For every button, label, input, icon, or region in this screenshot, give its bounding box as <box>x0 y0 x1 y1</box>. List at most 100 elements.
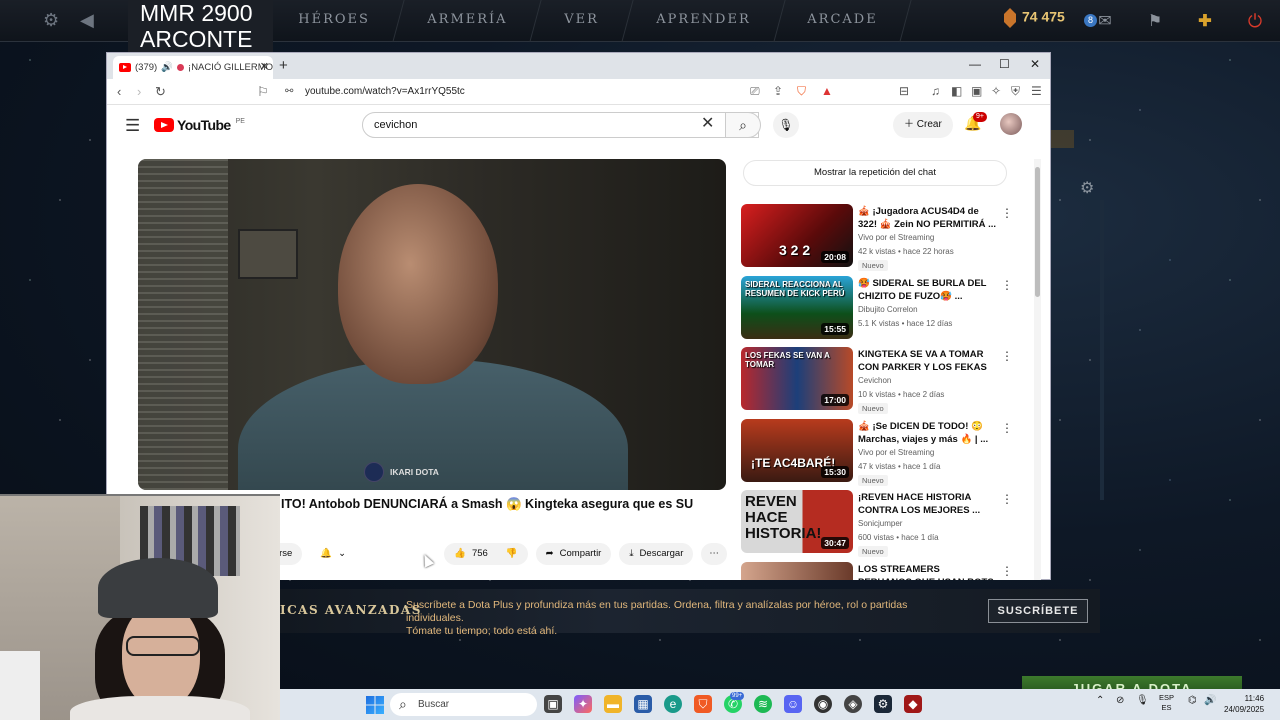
thumbs-down-icon[interactable]: 👎 <box>506 543 518 565</box>
copilot-icon[interactable]: ✦ <box>574 695 592 713</box>
dota-plus-button[interactable]: ✚ <box>1180 0 1230 42</box>
recommendation-title[interactable]: KINGTEKA SE VA A TOMAR CON PARKER Y LOS … <box>858 348 996 374</box>
brave-shield-icon[interactable]: ⛉ <box>797 84 806 99</box>
power-button[interactable]: ⏻ <box>1230 0 1280 42</box>
spotify-icon[interactable]: ≋ <box>754 695 772 713</box>
recommendation-channel[interactable]: Vivo por el Streaming <box>858 233 934 242</box>
scrollbar-thumb[interactable] <box>1035 167 1040 297</box>
ai-icon[interactable]: ✧ <box>991 84 1001 98</box>
recommendation-item[interactable]: LOS FEKAS SE VAN A TOMAR 17:00 KINGTEKA … <box>741 347 1013 419</box>
wallet-icon[interactable]: ▣ <box>971 84 982 98</box>
hamburger-menu-icon[interactable]: ☰ <box>125 116 140 136</box>
task-view-icon[interactable]: ▣ <box>544 695 562 713</box>
discord-icon[interactable]: ☺ <box>784 695 802 713</box>
more-vertical-icon[interactable]: ⋮ <box>1001 564 1013 578</box>
youtube-logo[interactable]: YouTube PE <box>154 117 245 133</box>
show-chat-replay-button[interactable]: Mostrar la repetición del chat <box>743 160 1007 186</box>
voice-search-button[interactable]: 🎙 <box>773 112 799 138</box>
recommendation-channel[interactable]: Cevichon <box>858 376 891 385</box>
back-arrow-icon[interactable]: ◀ <box>80 10 94 31</box>
tab-close-icon[interactable]: ✕ <box>260 60 269 73</box>
recommendation-thumbnail[interactable]: 3 2 2 20:08 <box>741 204 853 267</box>
nav-learn[interactable]: APRENDER <box>622 0 785 42</box>
settings-gear-icon[interactable]: ⚙ <box>43 10 59 31</box>
menu-icon[interactable]: ☰ <box>1031 84 1042 98</box>
dota-client-icon[interactable]: ◈ <box>844 695 862 713</box>
volume-icon[interactable]: 🔊 <box>1204 695 1216 706</box>
share-button[interactable]: ➦ Compartir <box>535 543 612 565</box>
like-button[interactable]: 👍 756 👎 <box>444 543 528 565</box>
recommendation-thumbnail[interactable]: LOS FEKAS SE VAN A TOMAR 17:00 <box>741 347 853 410</box>
more-vertical-icon[interactable]: ⋮ <box>1001 492 1013 506</box>
recommendation-channel[interactable]: Vivo por el Streaming <box>858 448 934 457</box>
bookmark-icon[interactable]: ⚐ <box>257 84 269 100</box>
recommendation-channel[interactable]: Dibujito Correlon <box>858 305 918 314</box>
steam-icon[interactable]: ⚙ <box>874 695 892 713</box>
file-explorer-icon[interactable]: ▬ <box>604 695 622 713</box>
recommendation-item[interactable]: ¡TE AC4BARÉ! 15:30 🎪 ¡Se DICEN DE TODO! … <box>741 418 1013 491</box>
recommendation-item[interactable]: LOS STREAMERS PERUANOS QUE USAN BOTS 🔥 F… <box>741 561 1013 581</box>
avatar[interactable] <box>1000 113 1022 135</box>
recommendation-title[interactable]: ¡REVEN HACE HISTORIA CONTRA LOS MEJORES … <box>858 491 996 517</box>
back-icon[interactable]: ‹ <box>117 84 121 99</box>
tray-app-icon[interactable]: ⊘ <box>1116 695 1124 706</box>
network-icon[interactable]: ⌬ <box>1188 695 1197 706</box>
panel-icon[interactable]: ◧ <box>951 84 962 98</box>
recommendation-thumbnail[interactable] <box>741 561 853 580</box>
taskbar-search[interactable]: Buscar <box>390 693 537 716</box>
side-gear-icon[interactable]: ⚙ <box>1080 178 1094 198</box>
more-vertical-icon[interactable]: ⋮ <box>1001 349 1013 363</box>
recommendation-title[interactable]: LOS STREAMERS PERUANOS QUE USAN BOTS 🔥 F… <box>858 563 996 581</box>
shards-counter[interactable]: 74 475 <box>1004 8 1065 28</box>
more-actions-button[interactable]: ⋯ <box>701 543 727 565</box>
video-player[interactable]: IKARI DOTA <box>138 159 726 490</box>
recommendation-title[interactable]: 🥵 SIDERAL SE BURLA DEL CHIZITO DE FUZO🥵 … <box>858 277 996 303</box>
clear-search-icon[interactable]: ✕ <box>701 113 714 133</box>
brave-icon[interactable]: ⛉ <box>694 695 712 713</box>
start-windows-icon[interactable] <box>366 696 384 714</box>
subscribe-dota-plus-button[interactable]: SUSCRÍBETE <box>988 599 1088 623</box>
notify-button[interactable]: 🔔 ⌄ <box>310 543 356 565</box>
page-scrollbar[interactable] <box>1034 159 1041 580</box>
nav-watch[interactable]: VER <box>530 0 634 42</box>
language-indicator[interactable]: ESP ES <box>1159 693 1174 713</box>
download-button[interactable]: ⤓ Descargar <box>619 543 694 565</box>
music-icon[interactable]: ♫ <box>931 84 940 98</box>
recommendation-channel[interactable]: Sonicjumper <box>858 519 902 528</box>
armory-shortcut-button[interactable]: ⚑ <box>1130 0 1180 42</box>
search-button[interactable]: ⌕ <box>725 112 761 138</box>
create-button[interactable]: ＋ Crear <box>893 112 953 138</box>
brave-rewards-icon[interactable]: ▲ <box>821 84 833 98</box>
close-window-icon[interactable]: ✕ <box>1030 57 1040 71</box>
system-clock[interactable]: 11:46 24/09/2025 <box>1224 693 1264 715</box>
forward-icon[interactable]: › <box>137 84 141 99</box>
nav-armory[interactable]: ARMERÍA <box>393 0 542 42</box>
search-input[interactable]: cevichon <box>362 112 759 138</box>
recommendation-title[interactable]: 🎪 ¡Jugadora ACUS4D4 de 322! 🎪 Zein NO PE… <box>858 205 996 231</box>
recommendation-thumbnail[interactable]: SIDERAL REACCIONA AL RESUMEN DE KICK PER… <box>741 275 853 339</box>
nav-heroes[interactable]: HÉROES <box>264 0 405 42</box>
reload-icon[interactable]: ↻ <box>155 84 166 100</box>
recommendation-item[interactable]: 3 2 2 20:08 🎪 ¡Jugadora ACUS4D4 de 322! … <box>741 204 1013 276</box>
inbox-button[interactable]: 8 ✉ <box>1080 0 1130 42</box>
vpn-icon[interactable]: ⛨ <box>1011 84 1020 99</box>
dota2-icon[interactable]: ◆ <box>904 695 922 713</box>
edge-icon[interactable]: e <box>664 695 682 713</box>
more-vertical-icon[interactable]: ⋮ <box>1001 206 1013 220</box>
minimize-icon[interactable]: — <box>969 57 981 71</box>
store-icon[interactable]: ▦ <box>634 695 652 713</box>
more-vertical-icon[interactable]: ⋮ <box>1001 421 1013 435</box>
obs-icon[interactable]: ◉ <box>814 695 832 713</box>
new-tab-icon[interactable]: + <box>279 57 288 74</box>
recommendation-title[interactable]: 🎪 ¡Se DICEN DE TODO! 😳 Marchas, viajes y… <box>858 420 996 446</box>
recommendation-item[interactable]: REVEN HACE HISTORIA! 30:47 ¡REVEN HACE H… <box>741 490 1013 562</box>
cast-icon[interactable]: ⎚ <box>750 84 760 99</box>
recommendation-item[interactable]: SIDERAL REACCIONA AL RESUMEN DE KICK PER… <box>741 275 1013 348</box>
sidebar-icon[interactable]: ⊟ <box>899 84 909 98</box>
recommendation-thumbnail[interactable]: REVEN HACE HISTORIA! 30:47 <box>741 490 853 553</box>
share-icon[interactable]: ⇪ <box>773 84 783 98</box>
recommendation-thumbnail[interactable]: ¡TE AC4BARÉ! 15:30 <box>741 418 853 482</box>
tray-mic-icon[interactable]: 🎙 <box>1136 695 1149 706</box>
more-vertical-icon[interactable]: ⋮ <box>1001 278 1013 292</box>
maximize-icon[interactable]: ☐ <box>999 57 1010 71</box>
